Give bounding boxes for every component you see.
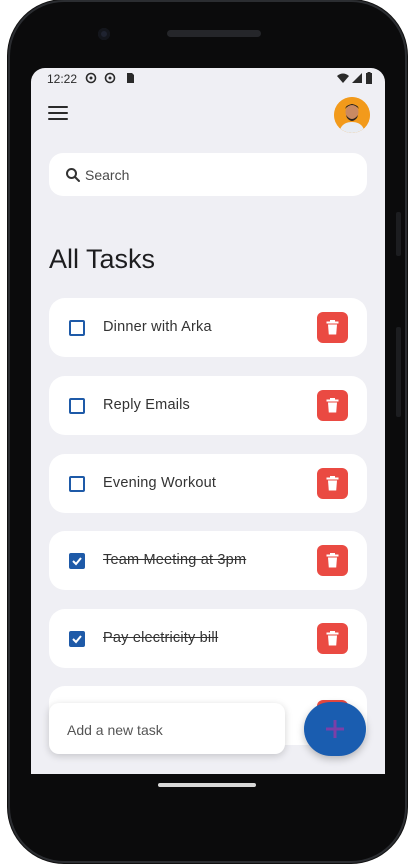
delete-button[interactable] xyxy=(317,545,348,576)
sd-card-icon xyxy=(127,73,134,83)
task-label: Team Meeting at 3pm xyxy=(103,552,247,568)
checkbox-icon[interactable] xyxy=(69,553,85,569)
power-button xyxy=(396,212,401,256)
task-item[interactable]: Dinner with Arka xyxy=(49,298,367,357)
checkbox-icon[interactable] xyxy=(69,320,85,336)
delete-button[interactable] xyxy=(317,390,348,421)
status-time: 12:22 xyxy=(47,72,78,86)
status-right-icons xyxy=(337,72,373,84)
task-item[interactable]: Reply Emails xyxy=(49,376,367,435)
earpiece-speaker xyxy=(167,30,261,37)
delete-button[interactable] xyxy=(317,312,348,343)
task-item[interactable]: Pay electricity bill xyxy=(49,609,367,668)
add-task-button[interactable] xyxy=(304,702,366,756)
task-item[interactable]: Team Meeting at 3pm xyxy=(49,531,367,590)
search-label: Search xyxy=(85,167,130,183)
task-label: Dinner with Arka xyxy=(103,319,212,335)
task-label: Pay electricity bill xyxy=(103,630,219,646)
wifi-icon xyxy=(337,73,349,83)
task-item[interactable]: Evening Workout xyxy=(49,454,367,513)
trash-icon xyxy=(326,476,339,491)
new-task-input[interactable]: Add a new task xyxy=(49,703,285,754)
checkbox-icon[interactable] xyxy=(69,398,85,414)
app-screen: 12:22 Search All Tasks Dinner with Arka … xyxy=(31,68,385,774)
checkbox-icon[interactable] xyxy=(69,476,85,492)
trash-icon xyxy=(326,553,339,568)
home-indicator[interactable] xyxy=(158,783,256,787)
avatar[interactable] xyxy=(334,97,370,133)
new-task-placeholder: Add a new task xyxy=(67,722,163,738)
search-bar[interactable]: Search xyxy=(49,153,367,196)
checkbox-icon[interactable] xyxy=(69,631,85,647)
task-label: Reply Emails xyxy=(103,397,191,413)
battery-icon xyxy=(366,72,372,84)
settings-icon xyxy=(104,72,116,84)
signal-icon xyxy=(352,73,362,83)
status-bar: 12:22 xyxy=(31,68,385,90)
front-camera xyxy=(98,28,110,40)
delete-button[interactable] xyxy=(317,468,348,499)
menu-icon[interactable] xyxy=(48,106,70,124)
trash-icon xyxy=(326,631,339,646)
delete-button[interactable] xyxy=(317,623,348,654)
plus-icon xyxy=(326,720,344,738)
page-title: All Tasks xyxy=(49,244,156,274)
settings-icon xyxy=(85,72,97,84)
trash-icon xyxy=(326,320,339,335)
search-icon xyxy=(66,168,80,182)
trash-icon xyxy=(326,398,339,413)
volume-button xyxy=(396,327,401,417)
task-label: Evening Workout xyxy=(103,475,217,491)
